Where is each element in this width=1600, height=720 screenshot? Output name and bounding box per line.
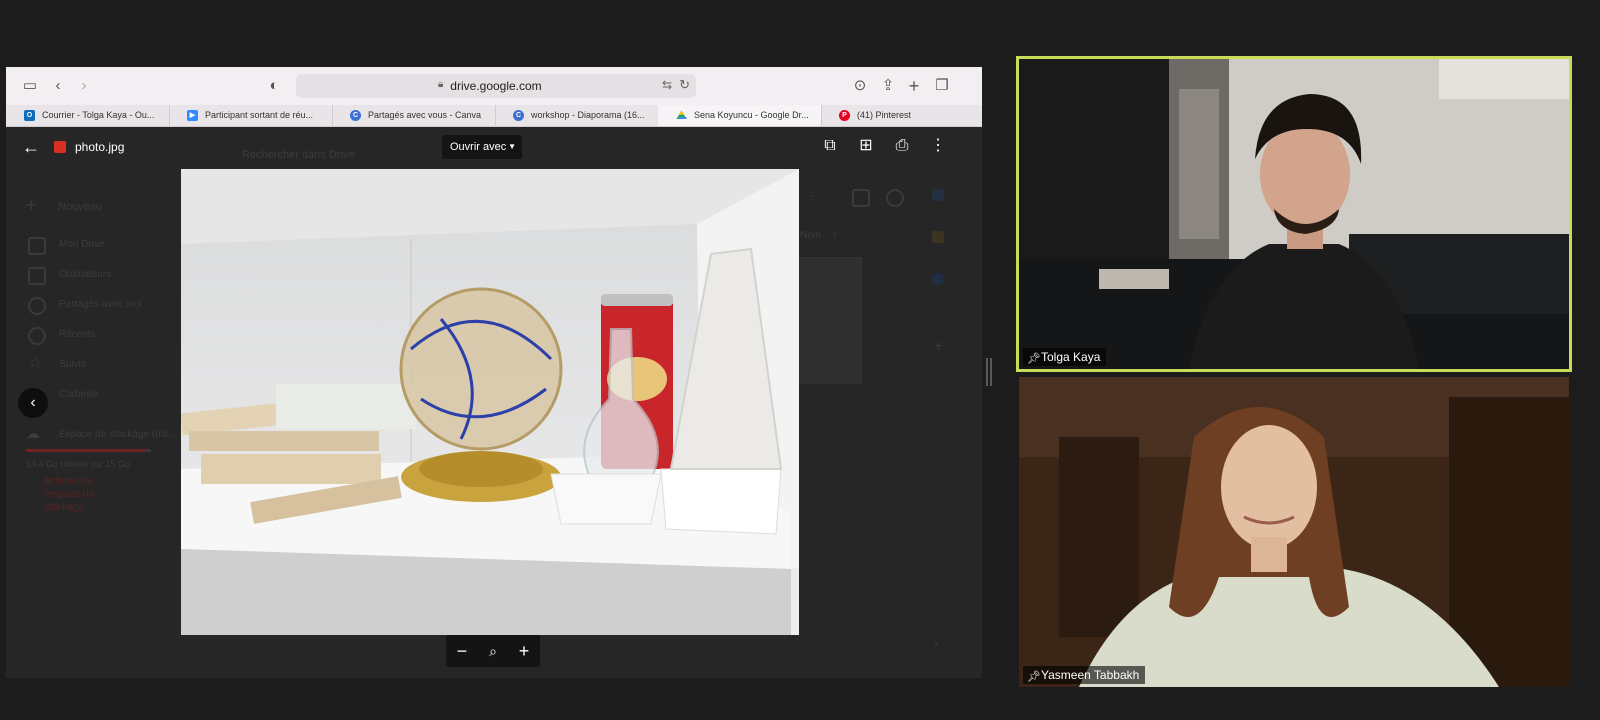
- file-thumbnail: [790, 257, 862, 384]
- arrow-up-icon: ↑: [832, 228, 838, 240]
- participant-name: Tolga Kaya: [1041, 350, 1101, 364]
- google-drive-icon: [676, 110, 687, 121]
- nav-trash: Corbeille: [59, 389, 99, 400]
- sort-label: Nom: [800, 230, 822, 241]
- plus-icon: +: [26, 195, 37, 215]
- tab-label: Partagés avec vous - Canva: [368, 110, 482, 120]
- shield-icon[interactable]: ◐: [264, 76, 284, 96]
- url-text: drive.google.com: [450, 79, 542, 93]
- viewer-header: ← photo.jpg Ouvrir avec ▼ ⧉ ⊞ ⎙ ⋮: [6, 127, 982, 167]
- zoom-icon: ▶: [187, 110, 198, 121]
- open-with-button[interactable]: Ouvrir avec ▼: [442, 135, 522, 159]
- tab-label: Courrier - Tolga Kaya - Ou...: [42, 110, 155, 120]
- viewer-back-button[interactable]: ←: [22, 137, 40, 158]
- zoom-out-button[interactable]: −: [452, 641, 472, 661]
- keep-icon: [932, 231, 944, 243]
- outlook-icon: O: [24, 110, 35, 121]
- drive-new-button: Nouveau: [58, 201, 103, 213]
- storage-bar: [26, 449, 151, 452]
- tab-label: Participant sortant de réu...: [205, 110, 314, 120]
- sidebar-icon[interactable]: ▭: [20, 76, 40, 96]
- new-tab-icon[interactable]: +: [904, 76, 924, 96]
- file-name: photo.jpg: [75, 140, 125, 154]
- computer-icon: [28, 267, 46, 285]
- video-tile-yasmeen[interactable]: 📌︎ Yasmeen Tabbakh: [1019, 377, 1569, 687]
- tab-overview-icon[interactable]: ❐: [932, 76, 952, 96]
- more-vert-icon: ⋮: [806, 189, 818, 203]
- storage-bar-fill: [26, 449, 146, 452]
- participant-name-tag: 📌︎ Yasmeen Tabbakh: [1023, 666, 1146, 684]
- zoom-in-button[interactable]: +: [514, 641, 534, 661]
- tab-label: Sena Koyuncu - Google Dr...: [694, 110, 809, 120]
- video-tile-tolga[interactable]: 📌︎ Tolga Kaya: [1016, 56, 1572, 372]
- my-drive-icon: [28, 237, 46, 255]
- participant-name-tag: 📌︎ Tolga Kaya: [1023, 348, 1107, 366]
- photo-preview: [181, 169, 799, 635]
- zoom-reset-icon[interactable]: ⌕: [483, 641, 503, 661]
- participant-video: [1019, 377, 1569, 687]
- shared-icon: [28, 297, 46, 315]
- star-icon: ☆: [28, 355, 43, 372]
- move-to-folder-icon[interactable]: ⧉: [820, 136, 840, 156]
- nav-computers: Ordinateurs: [59, 269, 112, 280]
- tab-bar: O Courrier - Tolga Kaya - Ou... ▶ Partic…: [6, 105, 982, 127]
- share-icon[interactable]: ⇪: [878, 76, 898, 96]
- clock-icon: [28, 327, 46, 345]
- info-icon: [886, 189, 904, 207]
- storage-usage: 14,4 Go utilisés sur 15 Go: [26, 459, 131, 469]
- browser-toolbar: ▭ ‹ › ◐ 🔒︎ drive.google.com ⇆ ↻ ⊙ ⇪ + ❐: [6, 67, 982, 105]
- downloads-icon[interactable]: ⊙: [850, 76, 870, 96]
- chevron-left-icon[interactable]: ‹: [18, 388, 48, 418]
- participant-name: Yasmeen Tabbakh: [1041, 668, 1140, 682]
- cloud-icon: ☁: [26, 425, 40, 441]
- pinterest-icon: P: [839, 110, 850, 121]
- nav-starred: Suivis: [59, 359, 86, 370]
- print-icon[interactable]: ⎙: [892, 136, 912, 156]
- tab-pinterest[interactable]: P (41) Pinterest: [821, 105, 982, 126]
- pane-resize-handle[interactable]: [986, 358, 992, 386]
- translate-icon[interactable]: ⇆: [662, 78, 672, 92]
- forward-icon[interactable]: ›: [74, 76, 94, 96]
- tab-canva-shared[interactable]: C Partagés avec vous - Canva: [332, 105, 496, 126]
- add-addon-icon: +: [934, 337, 943, 353]
- tab-zoom[interactable]: ▶ Participant sortant de réu...: [169, 105, 333, 126]
- tab-label: workshop - Diaporama (16...: [531, 110, 645, 120]
- reload-icon[interactable]: ↻: [679, 77, 690, 93]
- zoom-controls: − ⌕ +: [446, 635, 540, 667]
- nav-shared: Partagés avec moi: [59, 299, 142, 310]
- add-shortcut-icon[interactable]: ⊞: [856, 136, 876, 156]
- buy-storage-link: Acheter de l'espace de stockage: [44, 476, 95, 513]
- tab-label: (41) Pinterest: [857, 110, 912, 120]
- chevron-right-icon: ›: [934, 637, 938, 651]
- canva-icon: C: [350, 110, 361, 121]
- storage-label: Espace de stockage (util...: [59, 429, 177, 440]
- tab-google-drive[interactable]: Sena Koyuncu - Google Dr...: [658, 105, 822, 126]
- pin-icon: 📌︎: [1027, 353, 1041, 365]
- back-icon[interactable]: ‹: [48, 76, 68, 96]
- pin-icon: 📌︎: [1027, 671, 1041, 683]
- list-view-icon: [852, 189, 870, 207]
- image-file-icon: [54, 141, 66, 153]
- caret-down-icon: ▼: [508, 142, 516, 151]
- tab-outlook[interactable]: O Courrier - Tolga Kaya - Ou...: [6, 105, 170, 126]
- more-vert-icon[interactable]: ⋮: [928, 136, 948, 156]
- tasks-icon: [932, 273, 944, 285]
- participant-video: [1019, 59, 1569, 369]
- nav-recent: Récents: [59, 329, 96, 340]
- canva-icon: C: [513, 110, 524, 121]
- address-bar[interactable]: 🔒︎ drive.google.com ⇆ ↻: [296, 74, 696, 98]
- open-with-label: Ouvrir avec: [450, 141, 507, 153]
- nav-my-drive: Mon Drive: [59, 239, 105, 250]
- calendar-icon: [932, 189, 944, 201]
- tab-canva-workshop[interactable]: C workshop - Diaporama (16...: [495, 105, 659, 126]
